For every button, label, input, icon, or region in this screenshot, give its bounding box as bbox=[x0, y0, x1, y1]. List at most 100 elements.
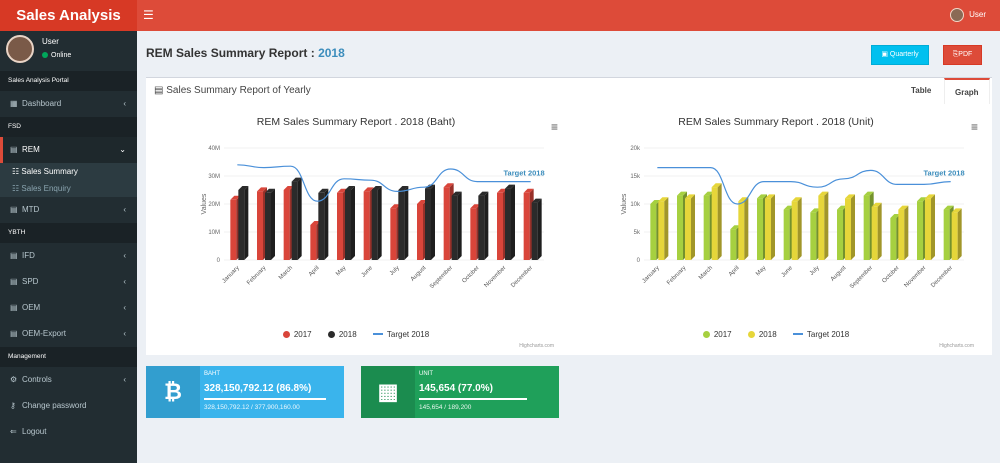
bar-front bbox=[417, 204, 423, 260]
avatar bbox=[950, 8, 965, 22]
bar-side bbox=[904, 205, 909, 260]
y-tick-label: 0 bbox=[217, 258, 221, 264]
bar-2018 bbox=[345, 186, 355, 260]
chart-credit[interactable]: Highcharts.com bbox=[519, 343, 554, 349]
hamburger-icon[interactable]: ☰ bbox=[143, 8, 154, 22]
file-icon: ▤ bbox=[10, 251, 18, 260]
bar-side bbox=[691, 194, 695, 260]
info-label: UNIT bbox=[419, 371, 433, 377]
bar-front bbox=[890, 218, 897, 260]
legend-item[interactable]: 2017 bbox=[702, 330, 732, 339]
bar-side bbox=[877, 202, 882, 260]
chevron-left-icon: ‹ bbox=[123, 329, 126, 338]
chevron-left-icon: ‹ bbox=[123, 277, 126, 286]
sidebar-item-ifd[interactable]: ▤ IFD ‹ bbox=[0, 243, 137, 269]
hamburger-icon[interactable]: ≡ bbox=[551, 120, 558, 134]
bar-2018 bbox=[531, 198, 542, 260]
y-tick-label: 5k bbox=[634, 230, 641, 236]
sidebar-item-spd[interactable]: ▤ SPD ‹ bbox=[0, 269, 137, 295]
bar-front bbox=[730, 229, 737, 260]
x-tick-label: February bbox=[246, 265, 267, 286]
sidebar: User Online Sales Analysis Portal ▦ Dashb… bbox=[0, 31, 137, 463]
bar-side bbox=[824, 191, 829, 260]
bar-front bbox=[650, 204, 657, 260]
bar-side bbox=[797, 197, 802, 260]
bar-front bbox=[837, 209, 843, 260]
sidebar-item-oem-export[interactable]: ▤ OEM-Export ‹ bbox=[0, 321, 137, 347]
sidebar-item-mtd[interactable]: ▤ MTD ‹ bbox=[0, 197, 137, 223]
bar-front bbox=[470, 208, 477, 260]
sidebar-item-controls[interactable]: ⚙ Controls ‹ bbox=[0, 367, 137, 393]
bar-2018 bbox=[845, 194, 855, 260]
bar-front bbox=[943, 209, 950, 260]
bar-front bbox=[523, 192, 530, 260]
y-tick-label: 20k bbox=[630, 146, 641, 152]
x-tick-label: June bbox=[361, 265, 375, 279]
user-menu[interactable]: User bbox=[950, 8, 986, 22]
app-logo[interactable]: Sales Analysis bbox=[0, 0, 137, 31]
chart-title: REM Sales Summary Report . 2018 (Baht) bbox=[256, 116, 456, 128]
submenu-rem: ☷ Sales Summary ☷ Sales Enquiry bbox=[0, 163, 137, 197]
bar-front bbox=[291, 181, 298, 260]
bar-front bbox=[925, 198, 931, 260]
bar-2018 bbox=[291, 177, 302, 260]
bar-side bbox=[297, 177, 302, 260]
y-tick-label: 0 bbox=[637, 258, 641, 264]
file-icon: ▤ bbox=[10, 277, 18, 286]
progress-bar bbox=[419, 398, 527, 400]
y-tick-label: 40M bbox=[208, 146, 220, 152]
bar-front bbox=[425, 188, 431, 260]
bar-front bbox=[310, 225, 317, 260]
bar-2018 bbox=[478, 191, 489, 260]
bar-2018 bbox=[505, 184, 515, 260]
bitcoin-icon: ₿ bbox=[146, 366, 200, 418]
sidebar-item-dashboard[interactable]: ▦ Dashboard ‹ bbox=[0, 91, 137, 117]
tab-table[interactable]: Table bbox=[901, 78, 941, 104]
sidebar-item-oem[interactable]: ▤ OEM ‹ bbox=[0, 295, 137, 321]
bar-front bbox=[685, 198, 691, 260]
tab-graph[interactable]: Graph bbox=[944, 78, 990, 104]
bar-side bbox=[457, 191, 462, 260]
y-tick-label: 10M bbox=[208, 230, 220, 236]
x-tick-label: March bbox=[278, 265, 294, 281]
bar-front bbox=[898, 209, 905, 260]
bar-side bbox=[484, 191, 489, 260]
chevron-left-icon: ‹ bbox=[123, 99, 126, 108]
x-tick-label: September bbox=[429, 265, 454, 290]
info-label: BAHT bbox=[204, 371, 221, 377]
legend-item[interactable]: 2018 bbox=[747, 330, 777, 339]
legend-item[interactable]: 2018 bbox=[327, 330, 357, 339]
bar-side bbox=[377, 186, 382, 260]
sidebar-item-sales-summary[interactable]: ☷ Sales Summary bbox=[0, 163, 137, 180]
pdf-button[interactable]: ⎘PDF bbox=[943, 45, 982, 65]
x-tick-label: December bbox=[930, 265, 954, 289]
bar-front bbox=[283, 190, 290, 260]
sidebar-item-logout[interactable]: ⇐ Logout bbox=[0, 419, 137, 445]
bar-2018 bbox=[451, 191, 462, 260]
bar-2018 bbox=[265, 188, 275, 260]
baht-info-box: ₿ BAHT 328,150,792.12 (86.8%) 328,150,79… bbox=[146, 366, 344, 418]
target-annotation: Target 2018 bbox=[504, 169, 545, 178]
dashboard-icon: ▦ bbox=[10, 99, 18, 108]
sidebar-item-change-password[interactable]: ⚷ Change password bbox=[0, 393, 137, 419]
sidebar-header: Management bbox=[0, 347, 137, 367]
sidebar-item-sales-enquiry[interactable]: ☷ Sales Enquiry bbox=[0, 180, 137, 197]
x-tick-label: April bbox=[308, 265, 321, 278]
bar-front bbox=[818, 195, 825, 260]
legend-item[interactable]: Target 2018 bbox=[792, 330, 849, 339]
bar-side bbox=[404, 186, 409, 260]
user-status: Online bbox=[42, 52, 71, 59]
quarterly-button[interactable]: ▣ Quarterly bbox=[871, 45, 929, 65]
chart-credit[interactable]: Highcharts.com bbox=[939, 343, 974, 349]
bar-2018 bbox=[898, 205, 909, 260]
target-line bbox=[657, 167, 951, 205]
bar-side bbox=[351, 186, 355, 260]
chart-legend: 2017 2018 Target 2018 bbox=[566, 330, 986, 339]
file-icon: ▤ bbox=[10, 205, 18, 214]
legend-item[interactable]: Target 2018 bbox=[372, 330, 429, 339]
sidebar-item-rem[interactable]: ▤ REM ⌄ bbox=[0, 137, 137, 163]
bar-2018 bbox=[818, 191, 829, 260]
legend-item[interactable]: 2017 bbox=[282, 330, 312, 339]
hamburger-icon[interactable]: ≡ bbox=[971, 120, 978, 134]
info-detail: 145,654 / 189,200 bbox=[419, 404, 472, 411]
